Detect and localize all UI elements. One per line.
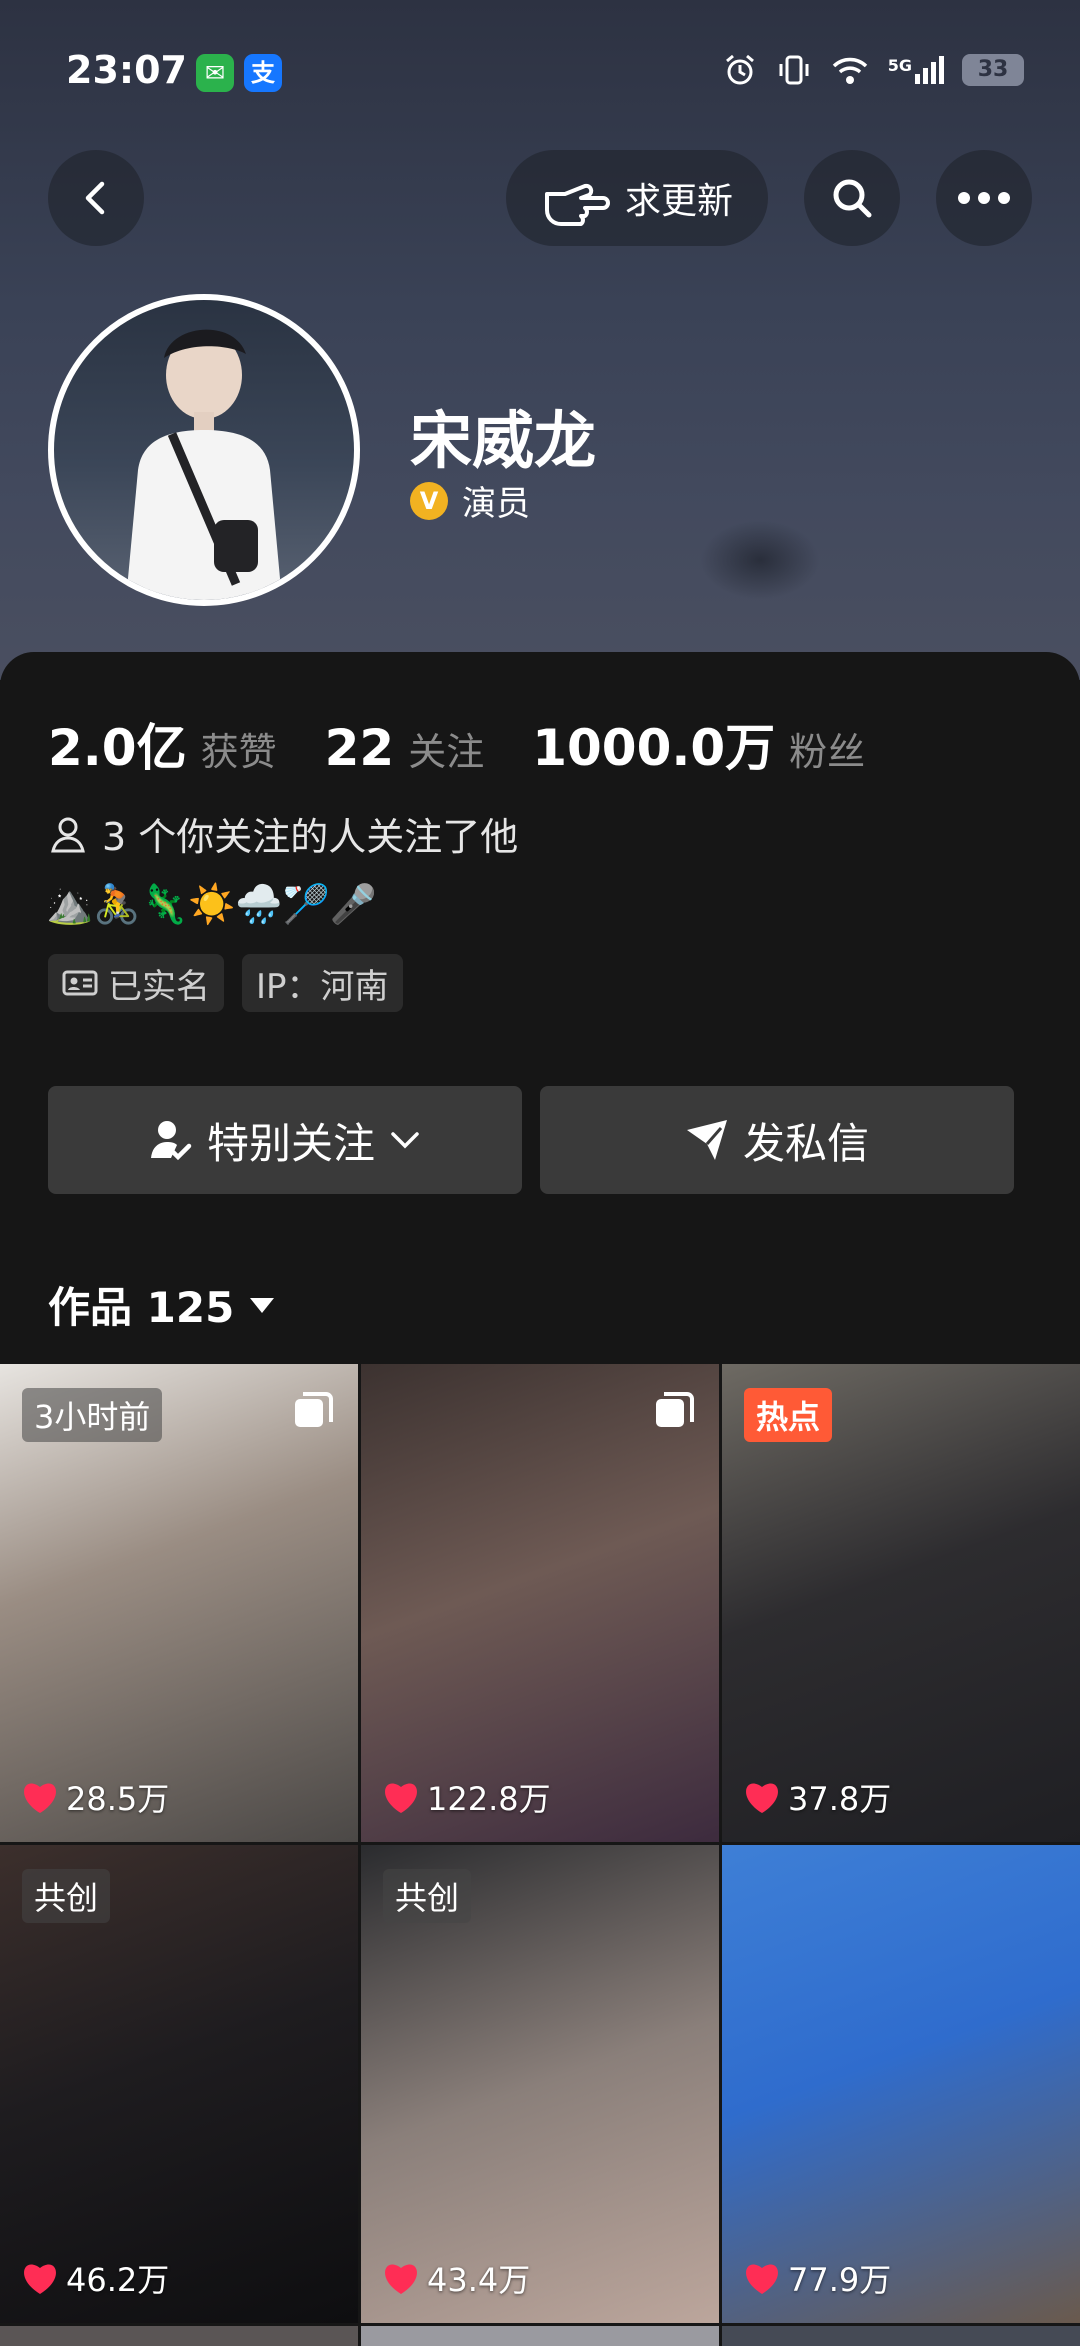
video-thumbnail[interactable]: 热点 37.8万: [722, 1364, 1080, 1842]
video-thumbnail[interactable]: 122.8万: [361, 1364, 719, 1842]
video-likes: 37.8万: [742, 1774, 891, 1820]
signal-bar: [939, 56, 944, 84]
mutual-followers-text: 3 个你关注的人关注了他: [102, 815, 519, 859]
caret-down-icon: [250, 1297, 275, 1313]
signal-bar: [915, 74, 920, 84]
verified-icon: V: [410, 481, 448, 520]
video-likes: 77.9万: [742, 2255, 891, 2301]
search-button[interactable]: [804, 150, 900, 246]
heart-icon: [746, 1783, 778, 1813]
heart-icon: [24, 2264, 56, 2294]
hot-badge: 热点: [744, 1388, 833, 1442]
battery-indicator: 33: [962, 54, 1024, 86]
video-thumbnail[interactable]: [722, 2326, 1080, 2346]
ip-location-tag: IP：河南: [242, 954, 403, 1012]
mutual-followers-link[interactable]: 3 个你关注的人关注了他: [48, 806, 518, 861]
video-thumbnail[interactable]: 77.9万: [722, 1845, 1080, 2323]
avatar-photo: [126, 329, 282, 600]
multi-image-icon: [295, 1392, 333, 1427]
video-time-badge: 3小时前: [22, 1388, 163, 1442]
video-thumbnail[interactable]: 3小时前 28.5万: [0, 1364, 358, 1842]
signal-bar: [931, 62, 936, 84]
special-follow-label: 特别关注: [206, 1118, 375, 1168]
co-creation-badge: 共创: [22, 1869, 111, 1923]
status-time: 23:07: [66, 48, 187, 92]
wifi-icon: [832, 57, 867, 84]
status-icons: 5G 33: [722, 52, 1024, 88]
video-thumbnail[interactable]: [361, 2326, 719, 2346]
heart-icon: [385, 2264, 417, 2294]
video-likes: 46.2万: [20, 2255, 169, 2301]
video-thumbnail[interactable]: 共创 46.2万: [0, 1845, 358, 2323]
avatar[interactable]: [48, 294, 360, 606]
realname-tag: 已实名: [48, 954, 224, 1012]
signal-indicator: 5G: [888, 56, 944, 84]
heart-icon: [746, 2264, 778, 2294]
heart-icon: [24, 1783, 56, 1813]
likes-count: 122.8万: [427, 1780, 551, 1818]
bio-emojis: ⛰️🚴🦎☀️🌧️🏸🎤: [46, 882, 378, 926]
video-grid: 3小时前 28.5万 122.8万 热点 37.8万 共创 46.2万 共创 4…: [0, 1364, 1080, 2346]
multi-image-icon: [656, 1392, 694, 1427]
alipay-icon: 支: [244, 54, 282, 92]
profile-name: 宋威龙: [410, 404, 597, 477]
video-thumbnail[interactable]: [0, 2326, 358, 2346]
likes-count: 77.9万: [788, 2261, 892, 2299]
works-label: 作品 125: [48, 1283, 235, 1332]
heart-icon: [385, 1783, 417, 1813]
vibrate-icon: [779, 55, 809, 85]
likes-count[interactable]: 2.0亿: [48, 708, 187, 780]
verified-badge: V 演员: [410, 476, 530, 525]
wechat-icon: ✉: [196, 54, 234, 92]
followers-label: 粉丝: [789, 730, 866, 774]
network-type: 5G: [887, 56, 912, 75]
verified-title: 演员: [462, 484, 530, 524]
likes-count: 37.8万: [788, 1780, 892, 1818]
special-follow-button[interactable]: 特别关注: [48, 1086, 522, 1194]
following-label: 关注: [408, 730, 485, 774]
likes-count: 28.5万: [66, 1780, 170, 1818]
likes-label: 获赞: [200, 730, 277, 774]
co-creation-badge: 共创: [383, 1869, 472, 1923]
video-thumbnail[interactable]: 共创 43.4万: [361, 1845, 719, 2323]
following-count[interactable]: 22: [325, 719, 395, 777]
more-horizontal-icon: [958, 192, 1010, 204]
signal-bar: [923, 68, 928, 84]
more-options-button[interactable]: [936, 150, 1032, 246]
chevron-down-icon: [391, 1132, 419, 1149]
followed-person-icon: [150, 1121, 192, 1161]
likes-count: 46.2万: [66, 2261, 170, 2299]
send-message-label: 发私信: [742, 1118, 869, 1168]
pointing-hand-icon: [544, 183, 610, 226]
chevron-left-icon: [85, 181, 105, 215]
back-button[interactable]: [48, 150, 144, 246]
followers-count[interactable]: 1000.0万: [532, 708, 775, 780]
video-likes: 43.4万: [381, 2255, 530, 2301]
request-update-button[interactable]: 求更新: [506, 150, 768, 246]
stats-row: 2.0亿 获赞 22 关注 1000.0万 粉丝: [48, 708, 913, 780]
realname-label: 已实名: [108, 966, 210, 1007]
video-likes: 28.5万: [20, 1774, 169, 1820]
id-card-icon: [62, 970, 98, 996]
status-bar: 23:07 ✉ 支 5G 33: [0, 0, 1080, 150]
request-update-label: 求更新: [624, 181, 733, 222]
send-message-button[interactable]: 发私信: [540, 1086, 1014, 1194]
works-tab[interactable]: 作品 125: [48, 1274, 276, 1335]
alarm-icon: [725, 54, 754, 85]
video-likes: 122.8万: [381, 1774, 551, 1820]
send-icon: [686, 1120, 727, 1160]
person-icon: [51, 817, 85, 852]
likes-count: 43.4万: [427, 2261, 531, 2299]
search-icon: [833, 179, 872, 218]
